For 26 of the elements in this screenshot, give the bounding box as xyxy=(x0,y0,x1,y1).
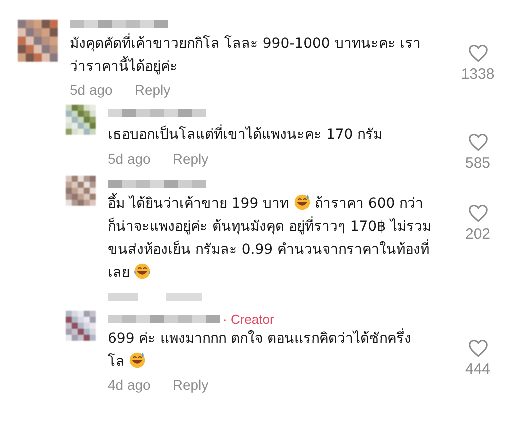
grinning-sweat-emoji-icon xyxy=(129,352,146,369)
timestamp: 5d ago xyxy=(108,151,151,168)
like-count: 585 xyxy=(465,155,491,172)
comment-text: เธอบอกเป็นโลแต่ที่เขาได้แพงนะคะ 170 กรัม xyxy=(108,124,384,145)
comment-text: 699 ค่ะ แพงมากกก ตกใจ ตอนแรกคิดว่าได้ซักครึ่ง โล xyxy=(108,327,458,374)
heart-icon[interactable] xyxy=(468,339,488,358)
timestamp: 5d ago xyxy=(70,82,113,98)
blurred-avatar[interactable] xyxy=(66,105,96,135)
creator-label: · Creator xyxy=(223,312,274,326)
reply-link[interactable]: Reply xyxy=(172,377,209,393)
blurred-avatar[interactable] xyxy=(66,176,96,206)
heart-icon[interactable] xyxy=(468,133,488,152)
like-count: 444 xyxy=(465,361,491,378)
grinning-sweat-emoji-icon xyxy=(294,194,311,211)
laughing-tears-emoji-icon xyxy=(134,263,152,280)
blurred-avatar[interactable] xyxy=(18,20,58,62)
reply-link[interactable]: Reply xyxy=(172,151,209,168)
timestamp: 4d ago xyxy=(108,377,151,393)
comment-text: อึ้ม ได้ยินว่าเค้าขาย 199 บาท ถ้าราคา 600 กว่า ก็น่าจะแพงอยู่ค่ะ ต้นทุนมังคุด อยู่ที่ราวๆ 170฿ ไม่รวม ขนส่งห้องเย็น กรัมละ 0.99 คำนวนจากราคาในท้องที่ เลย xyxy=(108,192,458,285)
heart-icon[interactable] xyxy=(468,44,488,63)
reply-link[interactable]: Reply xyxy=(134,82,171,98)
blurred-avatar[interactable] xyxy=(66,311,96,341)
heart-icon[interactable] xyxy=(468,204,488,223)
like-count: 1338 xyxy=(461,66,495,83)
like-count: 202 xyxy=(465,226,491,243)
comment-text: มังคุดคัดที่เค้าขาวยกกิโล โลละ 990-1000 บาทนะคะ เรา ว่าราคานี้ได้อยู่ค่ะ xyxy=(70,32,458,79)
